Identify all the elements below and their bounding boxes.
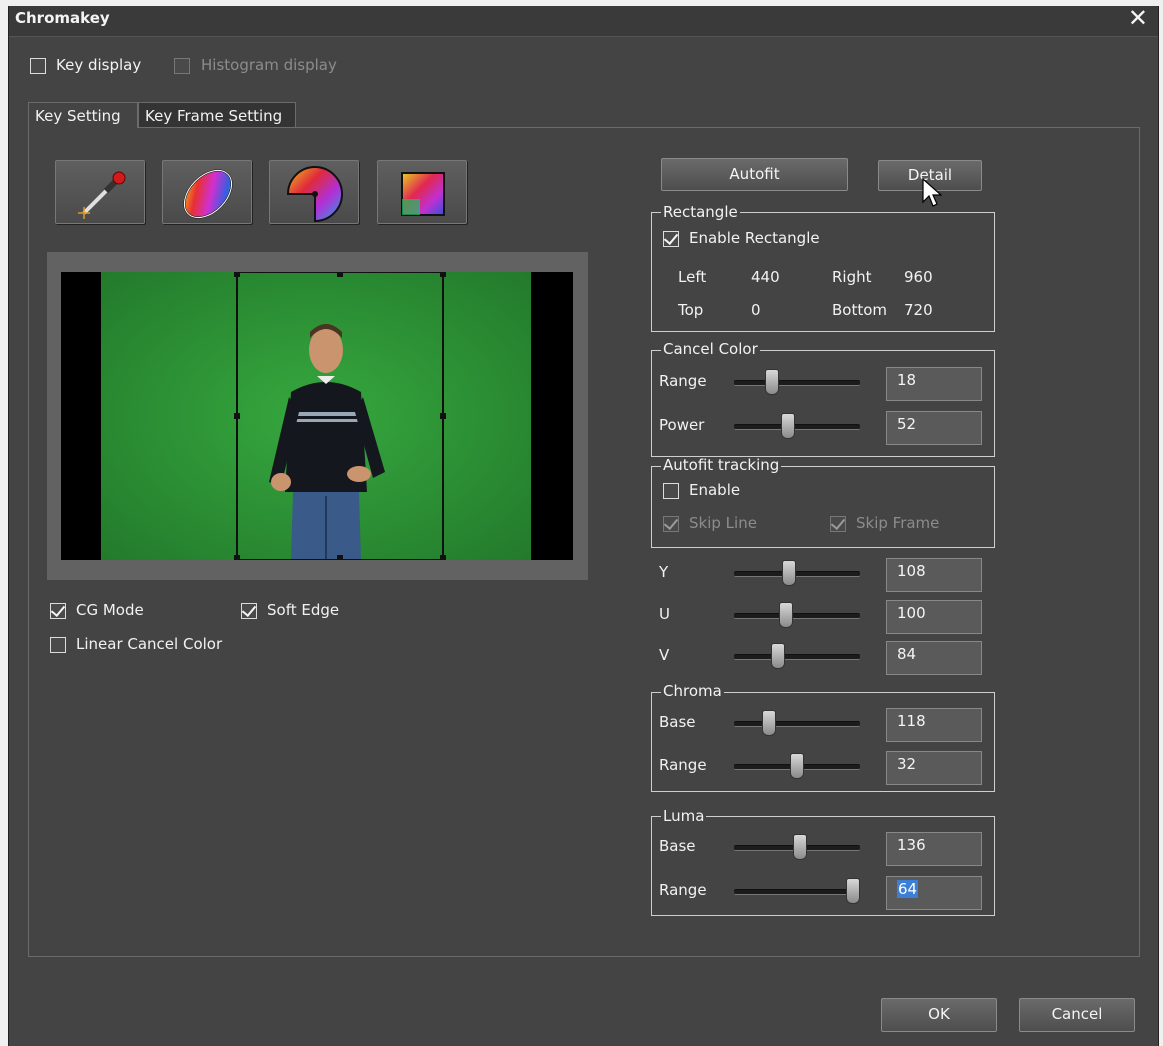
chroma-legend: Chroma [661, 682, 724, 700]
active-tab-joint [29, 126, 137, 129]
pie-select-button[interactable] [269, 160, 359, 224]
skip-line-box[interactable] [663, 516, 679, 532]
cancel-color-range-slider-track[interactable] [734, 380, 860, 386]
eyedropper-icon [78, 171, 126, 219]
u-slider-track[interactable] [734, 613, 860, 619]
luma-range-slider-thumb[interactable] [846, 878, 860, 904]
window-title: Chromakey [15, 9, 110, 27]
cancel-button[interactable]: Cancel [1019, 998, 1135, 1032]
cancel-color-range-slider-thumb[interactable] [765, 369, 779, 395]
autofit-enable-box[interactable] [663, 483, 679, 499]
histogram-display-box[interactable] [174, 58, 190, 74]
u-slider-thumb[interactable] [779, 602, 793, 628]
bottom-value: 720 [904, 301, 933, 319]
cg-mode-label: CG Mode [76, 601, 144, 619]
chroma-base-slider-thumb[interactable] [762, 710, 776, 736]
luma-range-slider-track[interactable] [734, 889, 860, 895]
title-bar[interactable]: Chromakey ✕ [9, 4, 1158, 37]
soft-edge-box[interactable] [241, 603, 257, 619]
luma-base-value: 136 [897, 836, 926, 854]
enable-rectangle-box[interactable] [663, 231, 679, 247]
autofit-enable-label: Enable [689, 481, 741, 499]
y-value-field[interactable]: 108 [886, 558, 982, 592]
chroma-range-label: Range [659, 756, 707, 774]
luma-range-value-field[interactable]: 64 [886, 876, 982, 910]
tab-key-setting[interactable]: Key Setting [28, 102, 138, 128]
skip-frame-box[interactable] [830, 516, 846, 532]
right-value: 960 [904, 268, 933, 286]
chroma-range-slider-thumb[interactable] [790, 753, 804, 779]
skip-frame-label: Skip Frame [856, 514, 940, 532]
ellipse-select-button[interactable] [162, 160, 252, 224]
left-label: Left [678, 268, 707, 286]
cg-mode-box[interactable] [50, 603, 66, 619]
chromakey-dialog: Chromakey ✕ Key display Histogram displa… [8, 4, 1159, 1046]
v-slider-track[interactable] [734, 654, 860, 660]
cancel-color-power-slider-thumb[interactable] [781, 413, 795, 439]
right-label: Right [832, 268, 872, 286]
top-value: 0 [751, 301, 761, 319]
ok-button[interactable]: OK [881, 998, 997, 1032]
linear-cancel-color-box[interactable] [50, 637, 66, 653]
cancel-color-range-value-field[interactable]: 18 [886, 367, 982, 401]
v-value-field[interactable]: 84 [886, 641, 982, 675]
luma-range-value: 64 [897, 880, 919, 898]
autofit-tracking-legend: Autofit tracking [661, 456, 782, 474]
key-display-label: Key display [56, 56, 142, 74]
preview-video[interactable] [61, 271, 573, 561]
cancel-color-range-label: Range [659, 372, 707, 390]
chroma-range-value-field[interactable]: 32 [886, 751, 982, 785]
cancel-color-legend: Cancel Color [661, 340, 760, 358]
cancel-color-range-value: 18 [897, 371, 917, 389]
ellipse-color-icon [183, 169, 233, 219]
cancel-color-power-label: Power [659, 416, 705, 434]
tab-key-frame-setting[interactable]: Key Frame Setting [138, 102, 296, 128]
mouse-cursor-icon [922, 178, 942, 207]
key-display-box[interactable] [30, 58, 46, 74]
chroma-base-value: 118 [897, 712, 926, 730]
soft-edge-label: Soft Edge [267, 601, 340, 619]
rectangle-color-icon [401, 172, 445, 216]
rectangle-legend: Rectangle [661, 203, 740, 221]
chroma-base-label: Base [659, 713, 696, 731]
v-slider-thumb[interactable] [771, 643, 785, 669]
linear-cancel-color-label: Linear Cancel Color [76, 635, 223, 653]
v-label: V [659, 646, 670, 664]
luma-base-value-field[interactable]: 136 [886, 832, 982, 866]
y-value: 108 [897, 562, 926, 580]
u-label: U [659, 605, 670, 623]
luma-range-label: Range [659, 881, 707, 899]
close-icon[interactable]: ✕ [1128, 4, 1148, 32]
u-value: 100 [897, 604, 926, 622]
histogram-display-label: Histogram display [201, 56, 337, 74]
pie-color-icon [286, 166, 343, 223]
luma-legend: Luma [661, 807, 707, 825]
chroma-base-value-field[interactable]: 118 [886, 708, 982, 742]
top-label: Top [678, 301, 704, 319]
bottom-label: Bottom [832, 301, 888, 319]
autofit-button[interactable]: Autofit [661, 158, 848, 191]
luma-base-label: Base [659, 837, 696, 855]
v-value: 84 [897, 645, 917, 663]
enable-rectangle-label: Enable Rectangle [689, 229, 820, 247]
chroma-range-value: 32 [897, 755, 917, 773]
cancel-color-power-slider-track[interactable] [734, 424, 860, 430]
y-slider-thumb[interactable] [782, 560, 796, 586]
u-value-field[interactable]: 100 [886, 600, 982, 634]
luma-base-slider-thumb[interactable] [793, 834, 807, 860]
skip-line-label: Skip Line [689, 514, 757, 532]
left-value: 440 [751, 268, 780, 286]
cancel-color-power-value-field[interactable]: 52 [886, 411, 982, 445]
y-label: Y [659, 563, 669, 581]
y-slider-track[interactable] [734, 571, 860, 577]
eyedropper-button[interactable] [55, 160, 145, 224]
cancel-color-power-value: 52 [897, 415, 917, 433]
green-screen-preview [101, 271, 531, 561]
chroma-base-slider-track[interactable] [734, 721, 860, 727]
autofit-tracking-group [651, 466, 995, 548]
rectangle-select-button[interactable] [377, 160, 467, 224]
